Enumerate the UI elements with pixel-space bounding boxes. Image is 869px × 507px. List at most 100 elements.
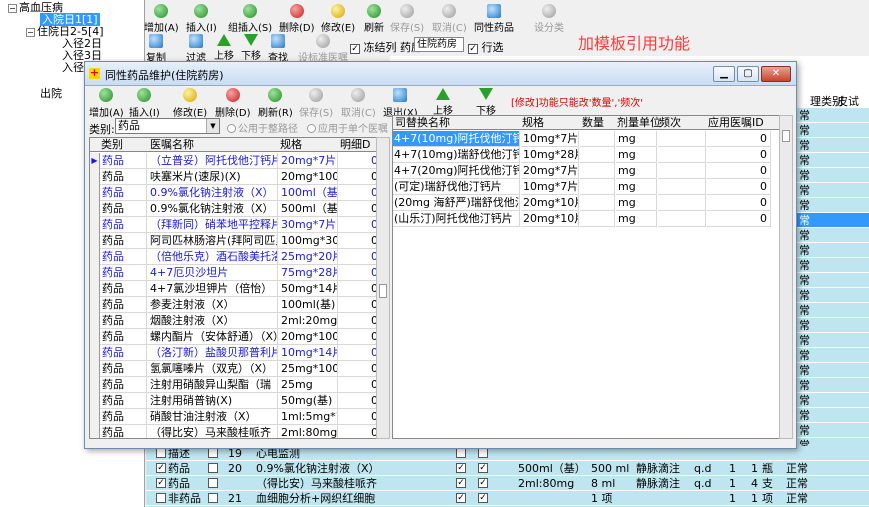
table-row[interactable]: 药品 注射用硝普钠(X) 50mg(基) 0 [90, 393, 388, 409]
row-checkbox[interactable]: ✓ [456, 493, 466, 503]
table-row[interactable]: 药品 注射用硝酸异山梨酯（瑞 25mg 0 [90, 377, 388, 393]
row-checkbox[interactable]: ✓ [456, 463, 466, 473]
radio-single-order[interactable]: 应用于单个医嘱 [307, 120, 388, 135]
close-icon[interactable]: ✕ [761, 66, 791, 82]
move-down-button[interactable]: 下移 [241, 34, 261, 62]
substitute-drug-grid[interactable]: 司替换名称 规格 数量 剂量单位 频次 应用医嘱ID 4+7(10mg)阿托伐他… [392, 115, 793, 439]
filter-button[interactable]: 过滤 [186, 34, 206, 64]
table-row[interactable]: ✓ 药品 20 0.9%氯化钠注射液（X） 500ml（基） 500 ml 静脉滴注 q.d 1… [146, 461, 869, 476]
row-checkbox[interactable] [156, 448, 166, 458]
order-grid-bottom-rows[interactable]: 描述 19 心电监测 ✓ 药品 20 0.9%氯化钠注射液（X） 500ml（基） 500 ml… [146, 446, 869, 507]
row-checkbox[interactable] [456, 448, 466, 458]
scroll-thumb[interactable] [379, 284, 387, 298]
table-row[interactable]: 药品0.9%氯化钠注射液（X）500ml（基） 0 [90, 201, 388, 217]
add-button[interactable]: 增加(A) [144, 4, 179, 34]
table-row[interactable]: ▶ 药品 （立普妥）阿托伐他汀钙片 20mg*7片 0 [90, 153, 388, 169]
cell-freq [658, 147, 706, 163]
cell-unit: mg [616, 131, 657, 147]
set-standard-order-button[interactable]: 设标准医嘱 [298, 34, 348, 64]
row-checkbox[interactable] [208, 448, 218, 458]
table-row[interactable]: (山乐汀)阿托伐他汀钙片 20mg*10片 mg 0 [393, 211, 783, 227]
move-up-button[interactable]: 上移 [214, 34, 234, 62]
row-checkbox[interactable]: ✓ [156, 478, 166, 488]
same-drug-dialog[interactable]: + 同性药品维护(住院药房) ▁ ▢ ✕ 增加(A) 插入(I) 修改(E) 删… [84, 61, 797, 449]
maximize-icon[interactable]: ▢ [737, 66, 759, 82]
table-row[interactable]: 药品 （洛汀新）盐酸贝那普利片 10mg*14片 0 [90, 345, 388, 361]
dialog-edit-button[interactable]: 修改(E) [173, 88, 207, 119]
table-row[interactable]: 药品 4+7氯沙坦钾片（倍怡） 50mg*14片 0 [90, 281, 388, 297]
dialog-delete-button[interactable]: 删除(D) [215, 88, 251, 119]
dialog-move-up-button[interactable]: 上移 [433, 88, 453, 117]
pharmacy-select[interactable]: 住院药房 [414, 37, 464, 52]
cell-id: 0 [371, 218, 378, 231]
cancel-button[interactable]: 取消(C) [432, 4, 467, 34]
row-checkbox[interactable] [208, 478, 218, 488]
row-checkbox[interactable]: ✓ [156, 463, 166, 473]
set-category-button[interactable]: 设分类 [534, 4, 564, 34]
save-button[interactable]: 保存(S) [390, 4, 424, 34]
row-checkbox[interactable] [208, 493, 218, 503]
dialog-insert-button[interactable]: 插入(I) [129, 88, 160, 119]
table-row[interactable]: 非药品 21 血细胞分析+网织红细胞 1 项 1 1 项正常 ✓ ✓ [146, 491, 869, 506]
table-row[interactable]: ✓ 药品 （得比安）马来酸桂哌齐 2ml:80mg 8 ml 静脉滴注 q.d 1 4 支正常 ✓ ✓ [146, 476, 869, 491]
tree-node-discharge[interactable]: 出院 [40, 88, 62, 100]
table-row[interactable]: 药品呋塞米片(速尿)(X)20mg*100片 0 [90, 169, 388, 185]
checkbox[interactable]: ✓ [468, 44, 478, 54]
insert-button[interactable]: 插入(I) [186, 4, 217, 34]
cell-name: (山乐汀)阿托伐他汀钙片 [393, 211, 520, 227]
cell-id: 0 [371, 298, 378, 311]
freeze-columns-checkbox[interactable]: ✓ 冻结列 药房 [350, 39, 422, 55]
dialog-save-button[interactable]: 保存(S) [299, 88, 333, 119]
find-button[interactable]: 查找 [268, 34, 288, 64]
copy-button[interactable]: 复制 [146, 34, 166, 64]
category-select[interactable]: 药品 ▼ [115, 118, 220, 134]
dialog-refresh-button[interactable]: 刷新(R) [258, 88, 293, 119]
same-drug-button[interactable]: 同性药品 [474, 4, 514, 34]
table-row[interactable]: 药品 4+7厄贝沙坦片 75mg*28片 0 [90, 265, 388, 281]
checkbox[interactable]: ✓ [350, 44, 360, 54]
row-checkbox[interactable]: ✓ [478, 478, 488, 488]
vertical-scrollbar[interactable] [376, 137, 390, 439]
delete-button[interactable]: 删除(D) [279, 4, 315, 34]
row-indicator [90, 377, 100, 393]
chevron-down-icon[interactable]: ▼ [206, 119, 219, 133]
refresh-button[interactable]: 刷新 [364, 4, 384, 34]
table-row[interactable]: 4+7(20mg)阿托伐他汀钙片20mg*7片 mg 0 [393, 163, 783, 179]
collapse-icon[interactable]: − [8, 4, 17, 13]
collapse-icon[interactable]: − [26, 28, 35, 37]
table-row[interactable]: 4+7(10mg)瑞舒伐他汀钙片10mg*28片 mg 0 [393, 147, 783, 163]
table-row[interactable]: 药品 烟酸注射液（X） 2ml:20mg* 0 [90, 313, 388, 329]
table-row[interactable]: 药品 参麦注射液（X） 100ml(基) 0 [90, 297, 388, 313]
row-checkbox[interactable] [208, 463, 218, 473]
row-checkbox[interactable]: ✓ [456, 478, 466, 488]
edit-button[interactable]: 修改(E) [321, 4, 355, 34]
table-row[interactable]: (20mg 海舒严)瑞舒伐他汀钙片20mg*10片 mg 0 [393, 195, 783, 211]
row-checkbox[interactable]: ✓ [478, 463, 488, 473]
table-row[interactable]: 药品 硝酸甘油注射液（X） 1ml:5mg*1 0 [90, 409, 388, 425]
table-row[interactable]: 药品（倍他乐克）酒石酸美托洛尔25mg*20片 0 [90, 249, 388, 265]
table-row[interactable]: 药品 （得比安）马来酸桂哌齐 2ml:80mg 0 [90, 425, 388, 438]
row-checkbox[interactable] [478, 448, 488, 458]
dialog-cancel-button[interactable]: 取消(C) [341, 88, 376, 119]
dialog-titlebar[interactable]: + 同性药品维护(住院药房) ▁ ▢ ✕ [85, 62, 796, 86]
table-row[interactable]: 药品氢氯噻嗪片（双克）（X）25mg*100片 0 [90, 361, 388, 377]
table-row[interactable]: 4+7(10mg)阿托伐他汀钙片10mg*7片 mg 0 [393, 131, 783, 147]
dialog-move-down-button[interactable]: 下移 [476, 88, 496, 117]
cell-unit: mg [616, 195, 657, 211]
table-row[interactable]: 药品螺内酯片（安体舒通）（X）20mg*100片 0 [90, 329, 388, 345]
tree-node-pathway[interactable]: 入径 [62, 62, 84, 74]
row-select-checkbox[interactable]: ✓ 行选 [468, 39, 504, 55]
scroll-thumb[interactable] [782, 130, 790, 142]
row-checkbox[interactable] [156, 493, 166, 503]
table-row[interactable]: (可定)瑞舒伐他汀钙片 10mg*7片 mg 0 [393, 179, 783, 195]
minimize-icon[interactable]: ▁ [713, 66, 735, 82]
table-row[interactable]: 药品 （拜新同）硝苯地平控释片 30mg*7片 0 [90, 217, 388, 233]
table-row[interactable]: 药品0.9%氯化钠注射液（X）100ml（基） 0 [90, 185, 388, 201]
row-checkbox[interactable]: ✓ [478, 493, 488, 503]
vertical-scrollbar[interactable] [779, 115, 793, 439]
dialog-add-button[interactable]: 增加(A) [89, 88, 124, 119]
table-row[interactable]: 药品阿司匹林肠溶片(拜阿司匹灵)100mg*30片 0 [90, 233, 388, 249]
radio-whole-pathway[interactable]: 公用于整路径 [227, 120, 298, 135]
group-insert-button[interactable]: 组插入(S) [228, 4, 272, 34]
drug-order-grid[interactable]: 类别 医嘱名称 规格 明细D ▶ 药品 （立普妥）阿托伐他汀钙片 20mg*7片 0 药品… [89, 137, 389, 439]
